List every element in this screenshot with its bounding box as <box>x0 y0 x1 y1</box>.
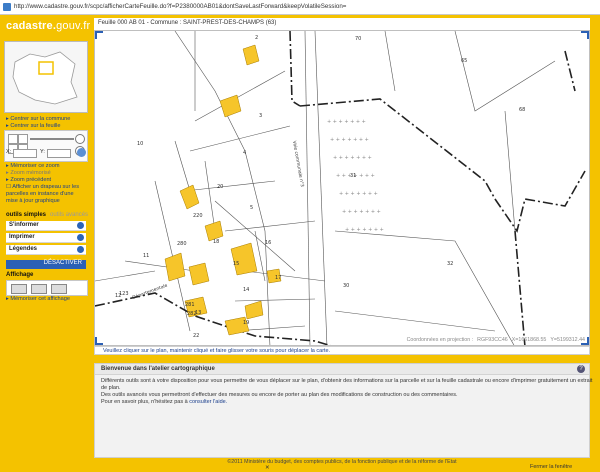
affichage-title: Affichage <box>6 272 34 278</box>
zoom-precedent-link[interactable]: ▸ Zoom précédent <box>6 177 51 183</box>
cadastral-map[interactable]: + + + + + + + + + + + + + + + + + + + + … <box>94 30 590 346</box>
parcel-label: 10 <box>137 141 143 147</box>
parcel-label: 281 <box>185 302 195 308</box>
parcel-label: 22 <box>193 333 199 339</box>
logo: cadastre.gouv.fr <box>6 18 91 38</box>
overview-map[interactable] <box>4 41 88 113</box>
logo-gouv: gouv.fr <box>56 20 91 32</box>
memoriser-zoom-link[interactable]: ▸ Mémoriser ce zoom <box>6 163 60 169</box>
svg-text:+ + + + + + +: + + + + + + + <box>342 209 381 215</box>
pan-icon[interactable] <box>18 134 28 144</box>
parcel-label: 2 <box>255 35 258 41</box>
y-label: Y: <box>40 149 45 155</box>
x-label: X: <box>6 149 12 155</box>
memoriser-affichage-link[interactable]: ▸ Mémoriser cet affichage <box>6 296 70 302</box>
map-corner <box>581 31 589 39</box>
parcel-label: 282 <box>187 311 197 317</box>
parcel-label: 65 <box>461 58 467 64</box>
svg-text:+ + + + + + +: + + + + + + + <box>339 191 378 197</box>
atelier-header: Bienvenue dans l'atelier cartographique … <box>95 364 589 375</box>
xy-coordinates: X: Y: <box>6 148 86 158</box>
main-area: Feuille 000 AB 01 - Commune : SAINT-PRES… <box>94 18 593 458</box>
browser-address-bar[interactable]: http://www.cadastre.gouv.fr/scpc/affiche… <box>0 0 600 15</box>
center-commune-link[interactable]: ▸ Centrer sur la commune <box>6 116 70 122</box>
sidebar: cadastre.gouv.fr ▸ Centrer sur la commun… <box>4 18 91 458</box>
atelier-text: de plan. <box>101 385 121 391</box>
aide-link[interactable]: consulter l'aide. <box>189 399 227 405</box>
logo-text: cadastre. <box>6 20 57 32</box>
svg-text:+ + + + + + +: + + + + + + + <box>330 137 369 143</box>
close-window-link[interactable]: Fermer la fenêtre ✕ <box>265 464 572 471</box>
parcel-label: 17 <box>275 275 281 281</box>
atelier-title: Bienvenue dans l'atelier cartographique <box>101 366 215 372</box>
atelier-text: Différents outils sont à votre dispositi… <box>101 378 593 384</box>
go-button[interactable] <box>77 148 86 157</box>
road-label: Voie communale n°3 <box>291 140 305 187</box>
arrow-icon <box>77 222 84 229</box>
help-icon[interactable]: ? <box>577 365 585 373</box>
parcel-label: 68 <box>519 107 525 113</box>
affichage-options <box>6 280 88 296</box>
atelier-text: Des outils avancés vous permettront d'ef… <box>101 392 458 398</box>
y-input[interactable] <box>47 149 71 158</box>
coords-readout: Coordonnées en projection : RGF93CC46 X=16… <box>406 337 585 343</box>
parcel-label: 18 <box>213 239 219 245</box>
arrow-icon <box>77 246 84 253</box>
zoom-memorise-link[interactable]: ▸ Zoom mémorisé <box>6 170 51 176</box>
outils-avances-link[interactable]: outils avancés <box>50 212 88 218</box>
svg-text:+ + + + + + +: + + + + + + + <box>327 119 366 125</box>
parcel-label: 20 <box>217 184 223 190</box>
parcel-label: 15 <box>233 261 239 267</box>
map-hint: Veuillez cliquer sur le plan, maintenir … <box>94 346 590 355</box>
zoom-in-icon[interactable] <box>75 134 85 144</box>
parcel-label: 16 <box>265 240 271 246</box>
road-label: Départementale <box>131 282 168 301</box>
accordion-informer[interactable]: S'informer <box>6 221 86 231</box>
x-input[interactable] <box>13 149 37 158</box>
atelier-text: Pour en savoir plus, n'hésitez pas à <box>101 399 188 405</box>
parcel-label: 5 <box>250 205 253 211</box>
layer-mixed-icon[interactable] <box>51 284 67 294</box>
parcel-label: 31 <box>350 173 356 179</box>
arrow-icon <box>77 234 84 241</box>
layer-photo-icon[interactable] <box>31 284 47 294</box>
parcel-label: 123 <box>119 291 129 297</box>
parcel-label: 11 <box>143 253 149 259</box>
parcel-label: 220 <box>193 213 203 219</box>
map-drawing: + + + + + + + + + + + + + + + + + + + + … <box>95 31 586 345</box>
desactiver-button[interactable]: DÉSACTIVER <box>6 260 86 269</box>
accordion-legendes[interactable]: Légendes <box>6 245 86 255</box>
atelier-panel: Bienvenue dans l'atelier cartographique … <box>94 363 593 458</box>
parcel-label: 4 <box>243 150 246 156</box>
layer-plan-icon[interactable] <box>11 284 27 294</box>
parcel-label: 32 <box>447 261 453 267</box>
pan-up-icon[interactable] <box>8 134 18 144</box>
map-corner <box>95 31 103 39</box>
zoom-slider[interactable] <box>30 138 74 140</box>
svg-text:+ + + + + + +: + + + + + + + <box>333 155 372 161</box>
parcel-label: 70 <box>355 36 361 42</box>
map-corner <box>95 337 103 345</box>
url-text[interactable]: http://www.cadastre.gouv.fr/scpc/affiche… <box>14 3 346 10</box>
svg-text:+ + + + + + +: + + + + + + + <box>345 227 384 233</box>
parcel-label: 19 <box>243 320 249 326</box>
close-bar: Fermer la fenêtre ✕ <box>0 464 600 472</box>
parcel-label: 280 <box>177 241 187 247</box>
parcel-label: 30 <box>343 283 349 289</box>
parcel-label: 3 <box>259 113 262 119</box>
drapeau-checkbox[interactable]: ☐ Afficher un drapeau sur les parcelles … <box>6 184 86 205</box>
map-title: Feuille 000 AB 01 - Commune : SAINT-PRES… <box>98 20 277 26</box>
footer-copyright: ©2011 Ministère du budget, des comptes p… <box>227 459 457 465</box>
favicon-icon <box>3 3 11 11</box>
parcel-label: 14 <box>243 287 249 293</box>
outils-title: outils simples outils avancés <box>6 212 89 218</box>
accordion-imprimer[interactable]: Imprimer <box>6 233 86 243</box>
center-feuille-link[interactable]: ▸ Centrer sur la feuille <box>6 123 60 129</box>
